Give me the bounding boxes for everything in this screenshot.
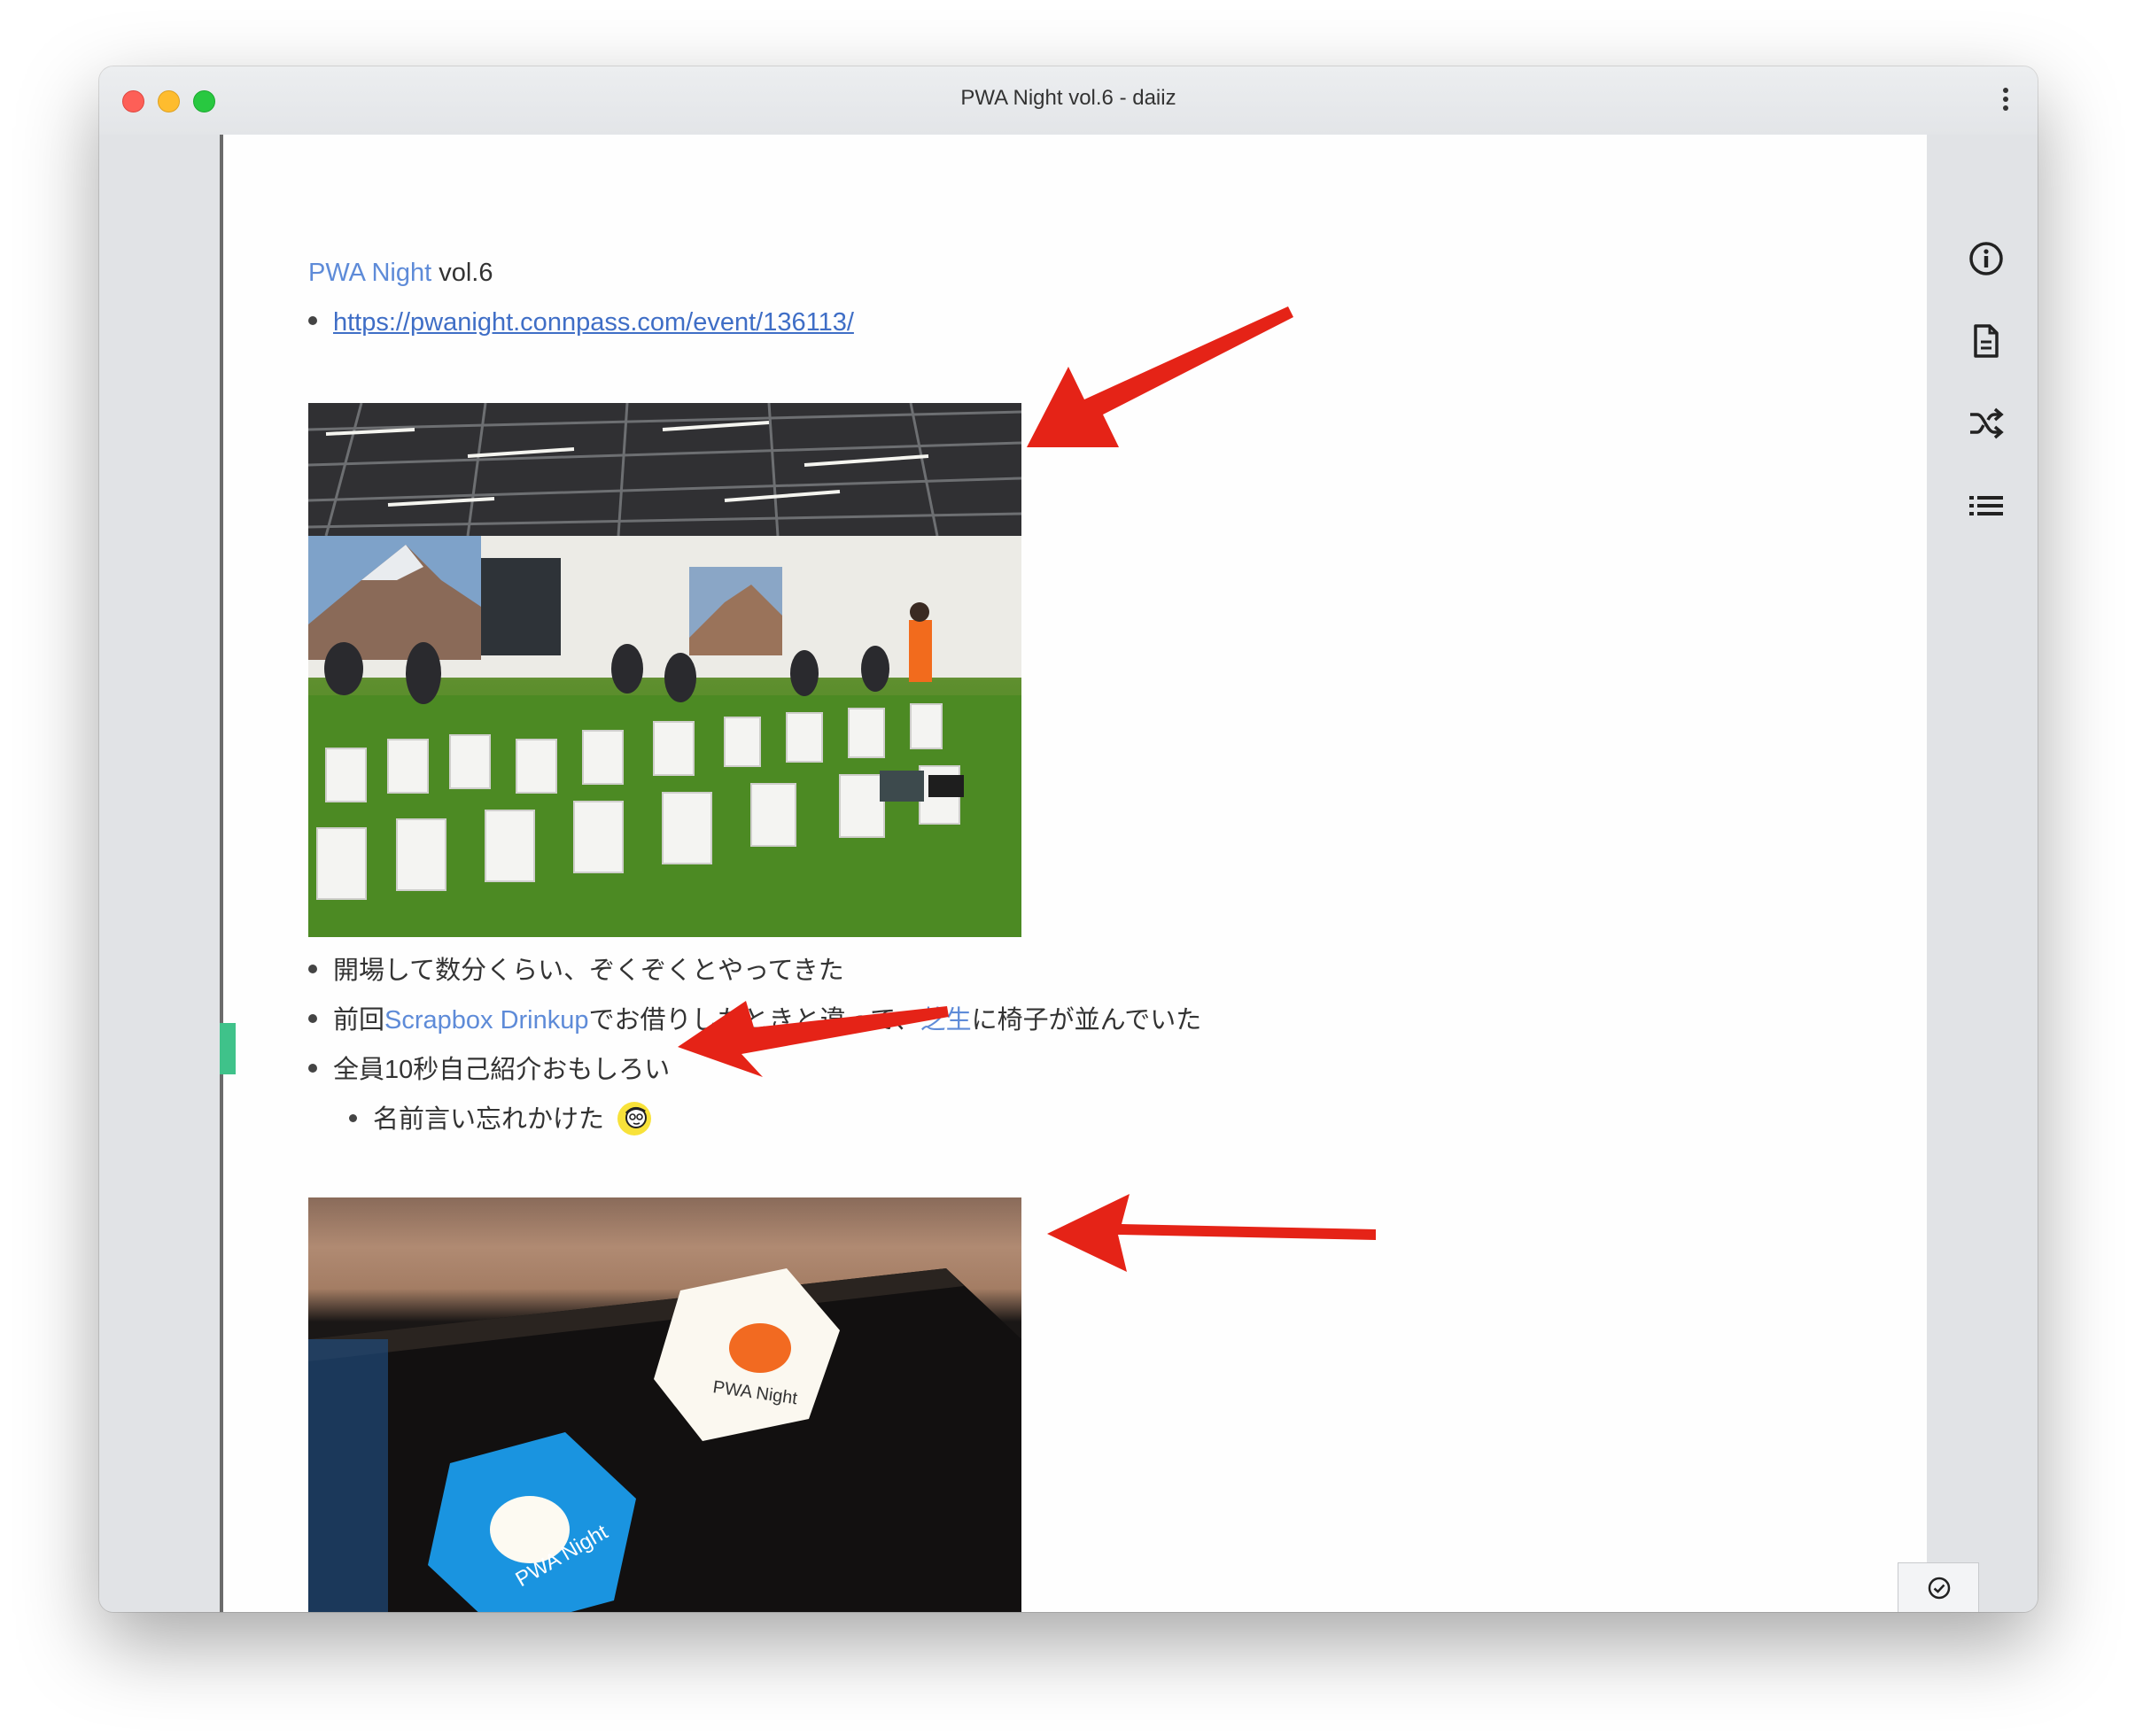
arrow-to-avatar bbox=[678, 1001, 949, 1077]
arrow-to-sticker-photo bbox=[1047, 1194, 1376, 1272]
arrow-to-photo bbox=[1027, 306, 1293, 447]
annotation-arrows bbox=[678, 306, 1376, 1272]
